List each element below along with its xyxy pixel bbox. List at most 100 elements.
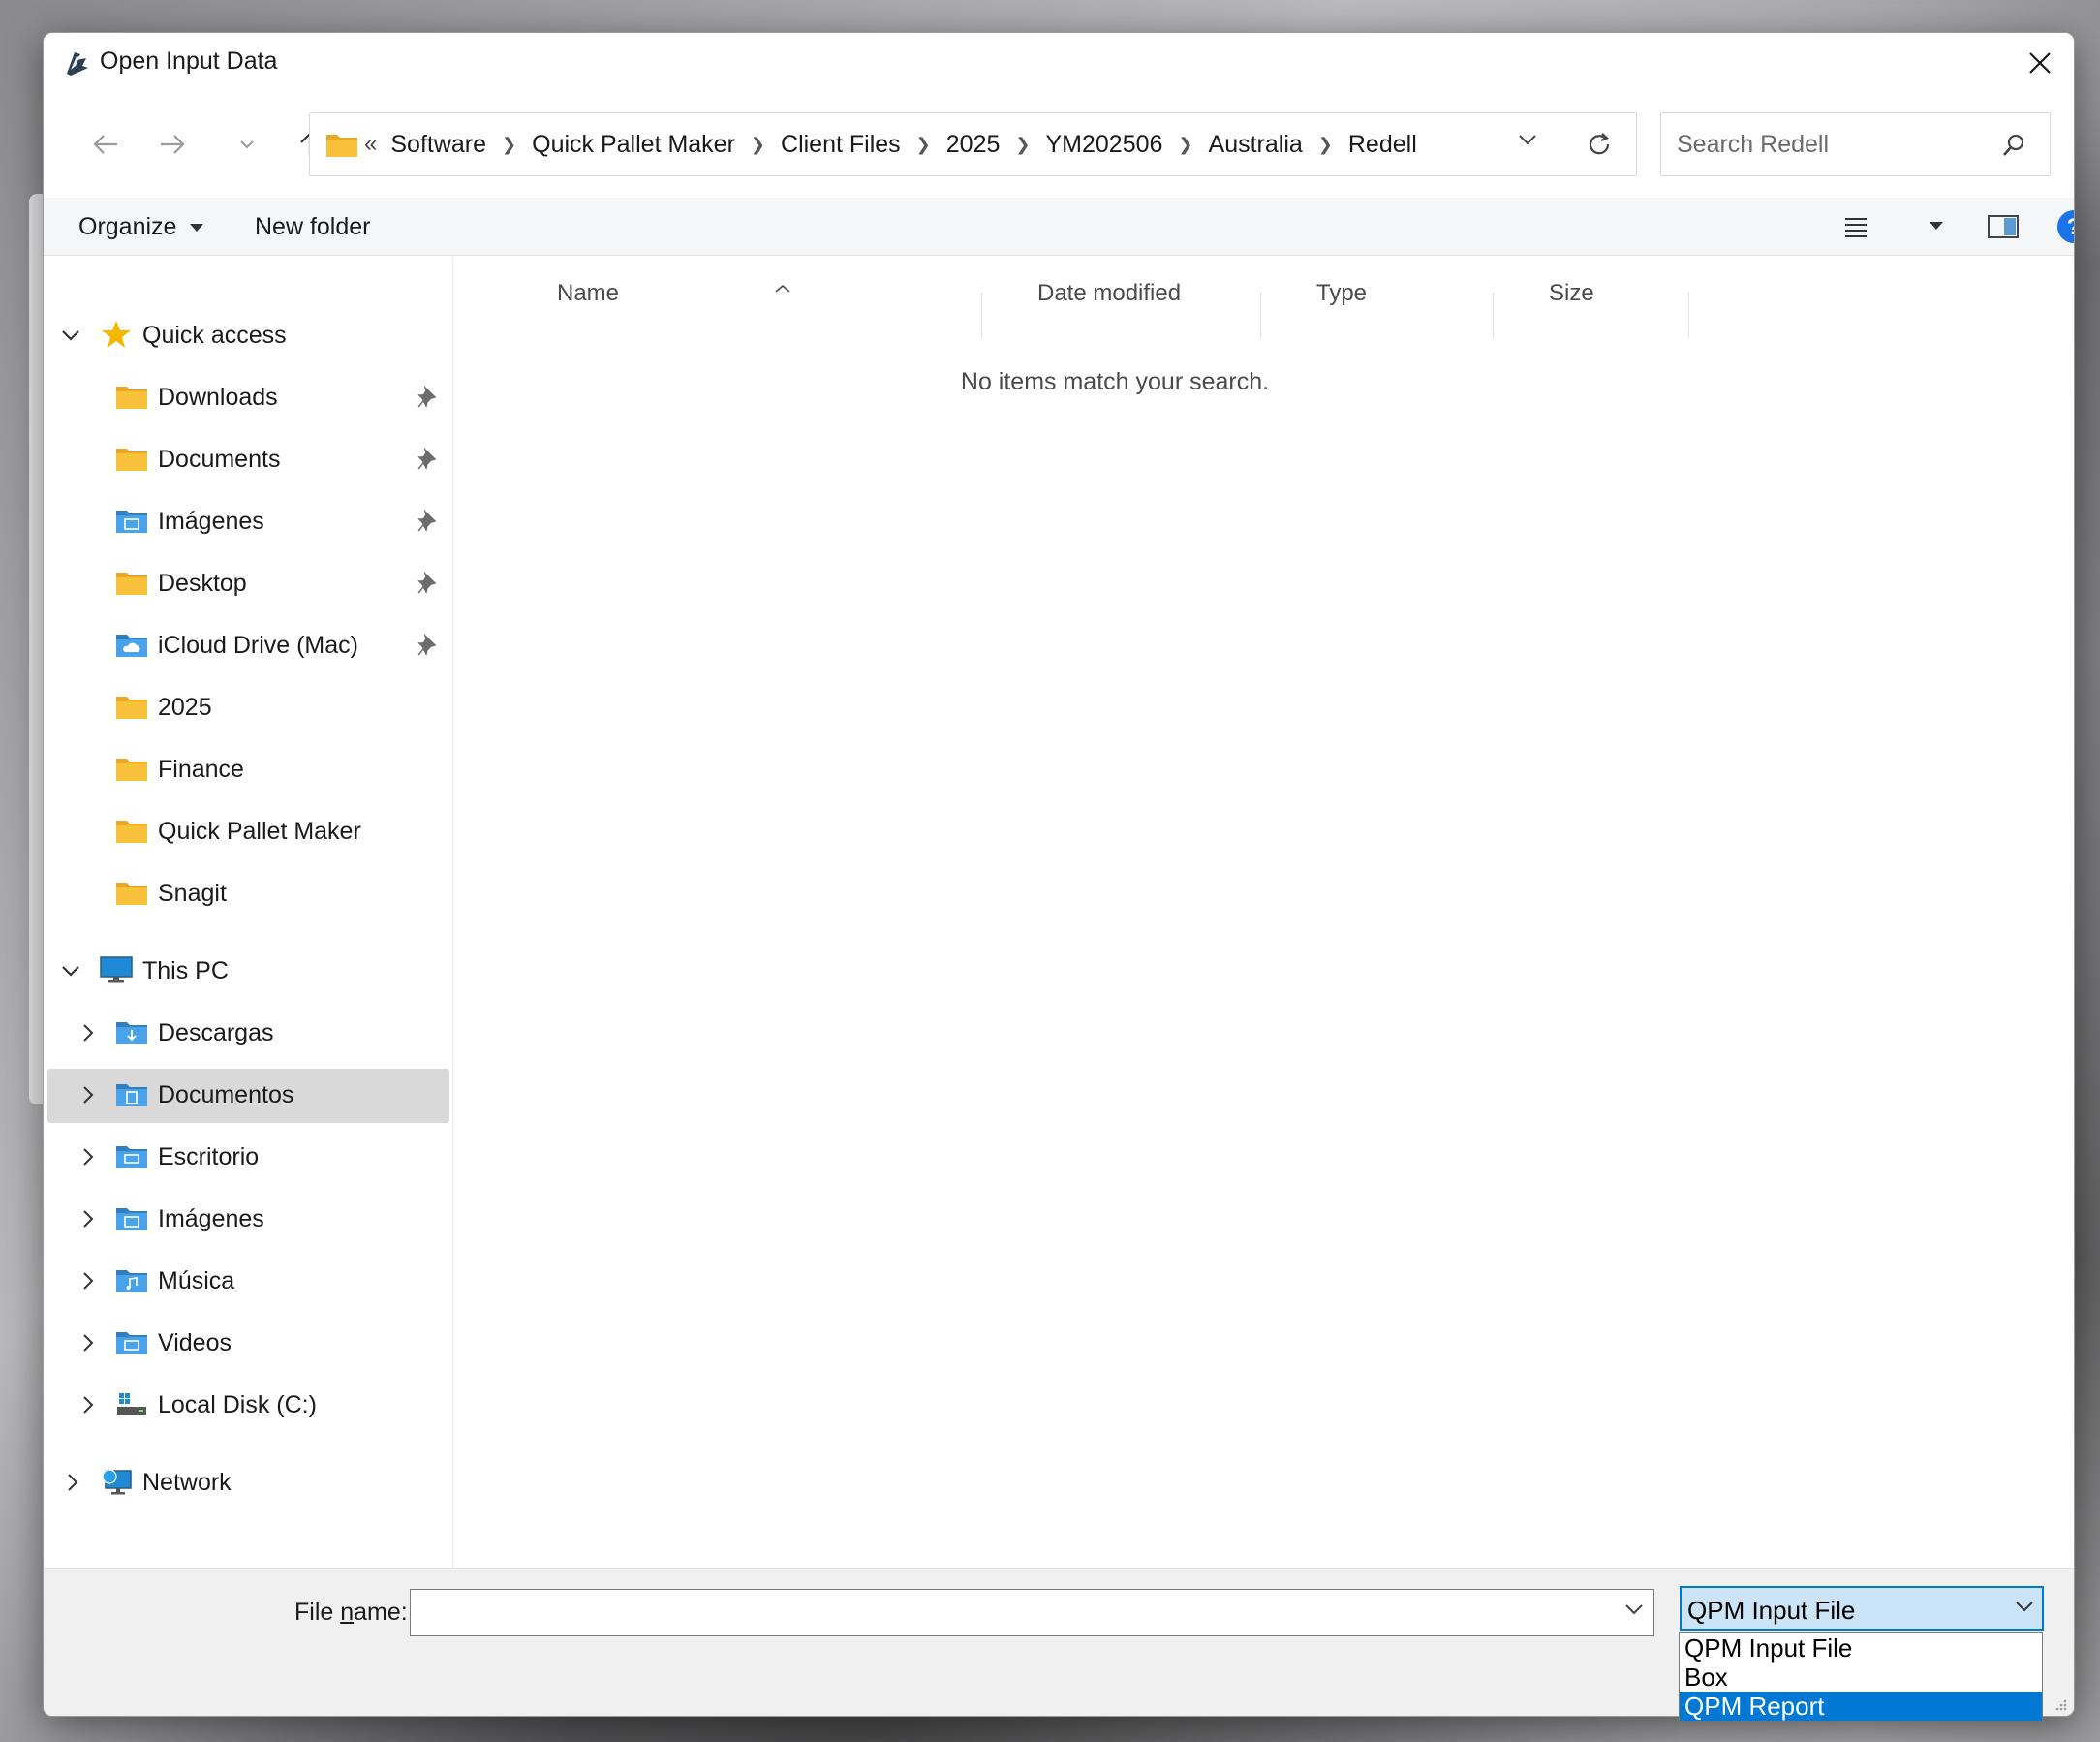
- file-type-option-highlighted[interactable]: QPM Report: [1680, 1692, 2042, 1721]
- overflow-breadcrumb[interactable]: «: [364, 131, 377, 158]
- folder-icon: [116, 387, 147, 409]
- caret-down-icon[interactable]: [1929, 221, 1944, 231]
- arrow-left-icon: [93, 135, 117, 154]
- sidebar-item-desktop[interactable]: Desktop: [44, 557, 448, 611]
- chevron-right-icon[interactable]: ❯: [741, 135, 775, 155]
- sidebar-item-descargas[interactable]: Descargas: [44, 1007, 448, 1061]
- sidebar-item-imagenes[interactable]: Imágenes: [44, 495, 448, 549]
- pin-icon[interactable]: [417, 572, 439, 595]
- folder-icon: [116, 697, 147, 719]
- chevron-right-icon[interactable]: [77, 1331, 100, 1354]
- sidebar-item-network[interactable]: Network: [44, 1456, 448, 1510]
- breadcrumb-item[interactable]: Quick Pallet Maker: [526, 131, 741, 159]
- column-header-date-modified[interactable]: Date modified: [1037, 280, 1181, 307]
- breadcrumb-item[interactable]: Software: [385, 131, 492, 159]
- sidebar-item-documentos[interactable]: Documentos: [47, 1069, 449, 1123]
- sidebar-item-label: Documentos: [158, 1081, 294, 1108]
- column-divider[interactable]: [1493, 292, 1494, 338]
- column-divider[interactable]: [981, 292, 982, 338]
- breadcrumb-item[interactable]: Client Files: [775, 131, 907, 159]
- forward-button[interactable]: [150, 122, 195, 167]
- help-icon[interactable]: ?: [2056, 209, 2075, 244]
- empty-message: No items match your search.: [960, 368, 1270, 395]
- column-divider[interactable]: [1688, 292, 1689, 338]
- chevron-down-icon[interactable]: [59, 324, 82, 347]
- breadcrumb-item[interactable]: Redell: [1343, 131, 1423, 159]
- sidebar-item-label: Network: [142, 1469, 232, 1496]
- videos-folder-icon: [116, 1332, 147, 1354]
- chevron-right-icon[interactable]: ❯: [492, 135, 526, 155]
- chevron-right-icon[interactable]: [77, 1021, 100, 1044]
- pin-icon[interactable]: [417, 634, 439, 657]
- chevron-right-icon[interactable]: [77, 1083, 100, 1106]
- breadcrumb-item[interactable]: YM202506: [1039, 131, 1168, 159]
- sidebar-item-musica[interactable]: Música: [44, 1255, 448, 1309]
- sidebar-item-2025[interactable]: 2025: [44, 681, 448, 735]
- chevron-right-icon[interactable]: [77, 1393, 100, 1416]
- sidebar-item-icloud-drive[interactable]: iCloud Drive (Mac): [44, 619, 448, 673]
- pin-icon[interactable]: [417, 448, 439, 471]
- address-bar[interactable]: « Software ❯ Quick Pallet Maker ❯ Client…: [309, 112, 1637, 176]
- folder-icon: [326, 135, 357, 157]
- chevron-right-icon[interactable]: ❯: [1309, 135, 1343, 155]
- chevron-right-icon[interactable]: [77, 1269, 100, 1292]
- organize-label: Organize: [78, 213, 177, 240]
- column-header-size[interactable]: Size: [1549, 280, 1594, 307]
- file-type-selected: QPM Input File: [1687, 1596, 1856, 1625]
- sidebar-item-escritorio[interactable]: Escritorio: [44, 1131, 448, 1185]
- chevron-right-icon[interactable]: [77, 1207, 100, 1230]
- sidebar-item-videos[interactable]: Videos: [44, 1317, 448, 1371]
- back-button[interactable]: [83, 122, 128, 167]
- sidebar-item-this-pc[interactable]: This PC: [44, 945, 448, 999]
- organize-button[interactable]: Organize: [78, 213, 204, 241]
- breadcrumb-item[interactable]: 2025: [941, 131, 1006, 159]
- folder-icon: [116, 821, 147, 843]
- sidebar-item-snagit[interactable]: Snagit: [44, 867, 448, 921]
- sidebar-item-label: Música: [158, 1267, 235, 1294]
- sidebar-item-quick-access[interactable]: Quick access: [44, 309, 448, 363]
- sidebar-item-documents[interactable]: Documents: [44, 433, 448, 487]
- chevron-down-icon[interactable]: [1624, 1602, 1644, 1616]
- sidebar-item-local-disk[interactable]: Local Disk (C:): [44, 1379, 448, 1433]
- pin-icon[interactable]: [417, 510, 439, 533]
- view-list-icon[interactable]: [1843, 215, 1868, 238]
- computer-icon: [100, 956, 133, 983]
- search-input[interactable]: Search Redell: [1660, 112, 2051, 176]
- file-type-select[interactable]: QPM Input File: [1680, 1586, 2044, 1631]
- folder-icon: [116, 449, 147, 471]
- sidebar-item-finance[interactable]: Finance: [44, 743, 448, 797]
- sidebar-item-imagenes-pc[interactable]: Imágenes: [44, 1193, 448, 1247]
- chevron-right-icon[interactable]: ❯: [1005, 135, 1039, 155]
- column-header-name[interactable]: Name: [557, 280, 619, 307]
- close-button[interactable]: [2006, 33, 2074, 93]
- open-file-dialog: Open Input Data « Software ❯ Quick Palle…: [43, 32, 2075, 1717]
- breadcrumb-item[interactable]: Australia: [1203, 131, 1309, 159]
- recent-locations-button[interactable]: [231, 122, 263, 167]
- column-header-type[interactable]: Type: [1316, 280, 1367, 307]
- chevron-down-icon[interactable]: [1518, 133, 1537, 146]
- chevron-right-icon[interactable]: ❯: [1168, 135, 1202, 155]
- pin-icon[interactable]: [417, 386, 439, 409]
- chevron-down-icon[interactable]: [2015, 1600, 2034, 1613]
- desktop-folder-icon: [116, 1146, 147, 1168]
- disk-icon: [117, 1393, 146, 1415]
- refresh-icon[interactable]: [1586, 131, 1613, 158]
- file-type-option[interactable]: QPM Input File: [1680, 1633, 2042, 1663]
- sidebar-item-label: Quick access: [142, 322, 287, 349]
- sidebar-item-quick-pallet-maker[interactable]: Quick Pallet Maker: [44, 805, 448, 859]
- preview-pane-icon[interactable]: [1987, 213, 2020, 240]
- new-folder-button[interactable]: New folder: [255, 213, 371, 241]
- column-divider[interactable]: [1260, 292, 1261, 338]
- command-bar: Organize New folder ?: [44, 198, 2074, 256]
- title-bar: Open Input Data: [44, 33, 2074, 93]
- sidebar-item-downloads[interactable]: Downloads: [44, 371, 448, 425]
- sidebar-item-label: Quick Pallet Maker: [158, 818, 361, 845]
- chevron-right-icon[interactable]: [77, 1145, 100, 1168]
- file-type-option[interactable]: Box: [1680, 1663, 2042, 1692]
- resize-grip-icon[interactable]: [2053, 1696, 2068, 1712]
- search-icon[interactable]: [2001, 133, 2026, 158]
- chevron-right-icon[interactable]: [61, 1471, 84, 1494]
- chevron-right-icon[interactable]: ❯: [907, 135, 941, 155]
- file-name-input[interactable]: [410, 1589, 1654, 1636]
- chevron-down-icon[interactable]: [59, 959, 82, 982]
